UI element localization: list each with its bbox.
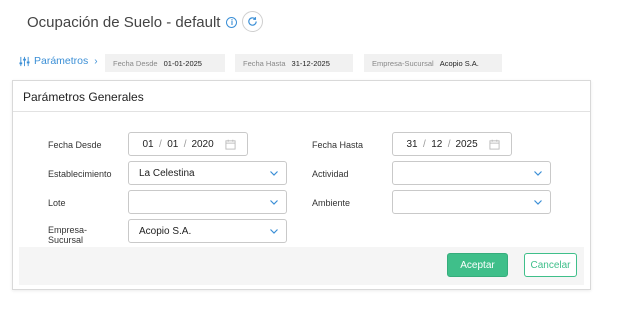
establecimiento-select[interactable]: La Celestina	[128, 161, 287, 185]
year: 2025	[455, 138, 478, 150]
chevron-right-icon: ›	[94, 55, 98, 67]
month: 01	[167, 138, 179, 150]
panel-footer: Aceptar Cancelar	[19, 247, 584, 285]
chip-key: Empresa-Sucursal	[372, 58, 434, 68]
chip-key: Fecha Hasta	[243, 58, 286, 68]
year: 2020	[191, 138, 214, 150]
chevron-down-icon	[270, 200, 278, 205]
empresa-sucursal-select[interactable]: Acopio S.A.	[128, 219, 287, 243]
date-separator: /	[447, 138, 451, 150]
info-icon[interactable]: i	[226, 16, 238, 28]
ambiente-label: Ambiente	[312, 198, 351, 208]
lote-select[interactable]	[128, 190, 287, 214]
fecha-desde-input[interactable]: 01 / 01 / 2020	[128, 132, 248, 156]
establecimiento-label: Establecimiento	[48, 169, 112, 179]
select-value: La Celestina	[139, 167, 195, 179]
chip-key: Fecha Desde	[113, 58, 158, 68]
chevron-down-icon	[534, 200, 542, 205]
page-title: Ocupación de Suelo - default	[27, 13, 221, 31]
date-separator: /	[183, 138, 187, 150]
calendar-icon[interactable]	[489, 139, 500, 150]
calendar-icon[interactable]	[225, 139, 236, 150]
panel-title: Parámetros Generales	[23, 90, 144, 104]
parameters-toggle[interactable]: Parámetros ›	[19, 55, 98, 67]
chip-value: 01-01-2025	[163, 58, 202, 68]
refresh-button[interactable]	[242, 11, 263, 32]
parameters-panel: Parámetros Generales Fecha Desde 01 / 01…	[12, 80, 591, 290]
page-header: Ocupación de Suelo - default i	[27, 10, 238, 34]
refresh-icon	[248, 17, 257, 26]
cancel-button[interactable]: Cancelar	[524, 253, 577, 277]
chip-value: Acopio S.A.	[439, 58, 479, 68]
chip-value: 31-12-2025	[291, 58, 330, 68]
day: 31	[406, 138, 418, 150]
sliders-icon	[19, 56, 30, 66]
date-separator: /	[423, 138, 426, 150]
select-value: Acopio S.A.	[139, 225, 192, 237]
filter-chip-fecha-desde: Fecha Desde 01-01-2025	[105, 54, 225, 72]
ambiente-select[interactable]	[392, 190, 551, 214]
filter-chip-fecha-hasta: Fecha Hasta 31-12-2025	[235, 54, 353, 72]
filter-chip-empresa: Empresa-Sucursal Acopio S.A.	[364, 54, 502, 72]
empresa-sucursal-label: Empresa- Sucursal	[48, 225, 87, 245]
filter-bar: Parámetros › Fecha Desde 01-01-2025 Fech…	[0, 52, 626, 74]
chevron-down-icon	[270, 229, 278, 234]
date-separator: /	[159, 138, 162, 150]
chevron-down-icon	[270, 171, 278, 176]
label-line: Empresa-	[48, 225, 88, 235]
day: 01	[142, 138, 154, 150]
accept-button[interactable]: Aceptar	[447, 253, 508, 277]
fecha-hasta-input[interactable]: 31 / 12 / 2025	[392, 132, 512, 156]
lote-label: Lote	[48, 198, 66, 208]
fecha-desde-label: Fecha Desde	[48, 140, 102, 150]
chevron-down-icon	[534, 171, 542, 176]
label-line: Sucursal	[48, 235, 84, 245]
divider	[13, 111, 590, 112]
fecha-hasta-label: Fecha Hasta	[312, 140, 364, 150]
actividad-label: Actividad	[312, 169, 349, 179]
month: 12	[431, 138, 443, 150]
parameters-label: Parámetros	[34, 55, 89, 67]
actividad-select[interactable]	[392, 161, 551, 185]
